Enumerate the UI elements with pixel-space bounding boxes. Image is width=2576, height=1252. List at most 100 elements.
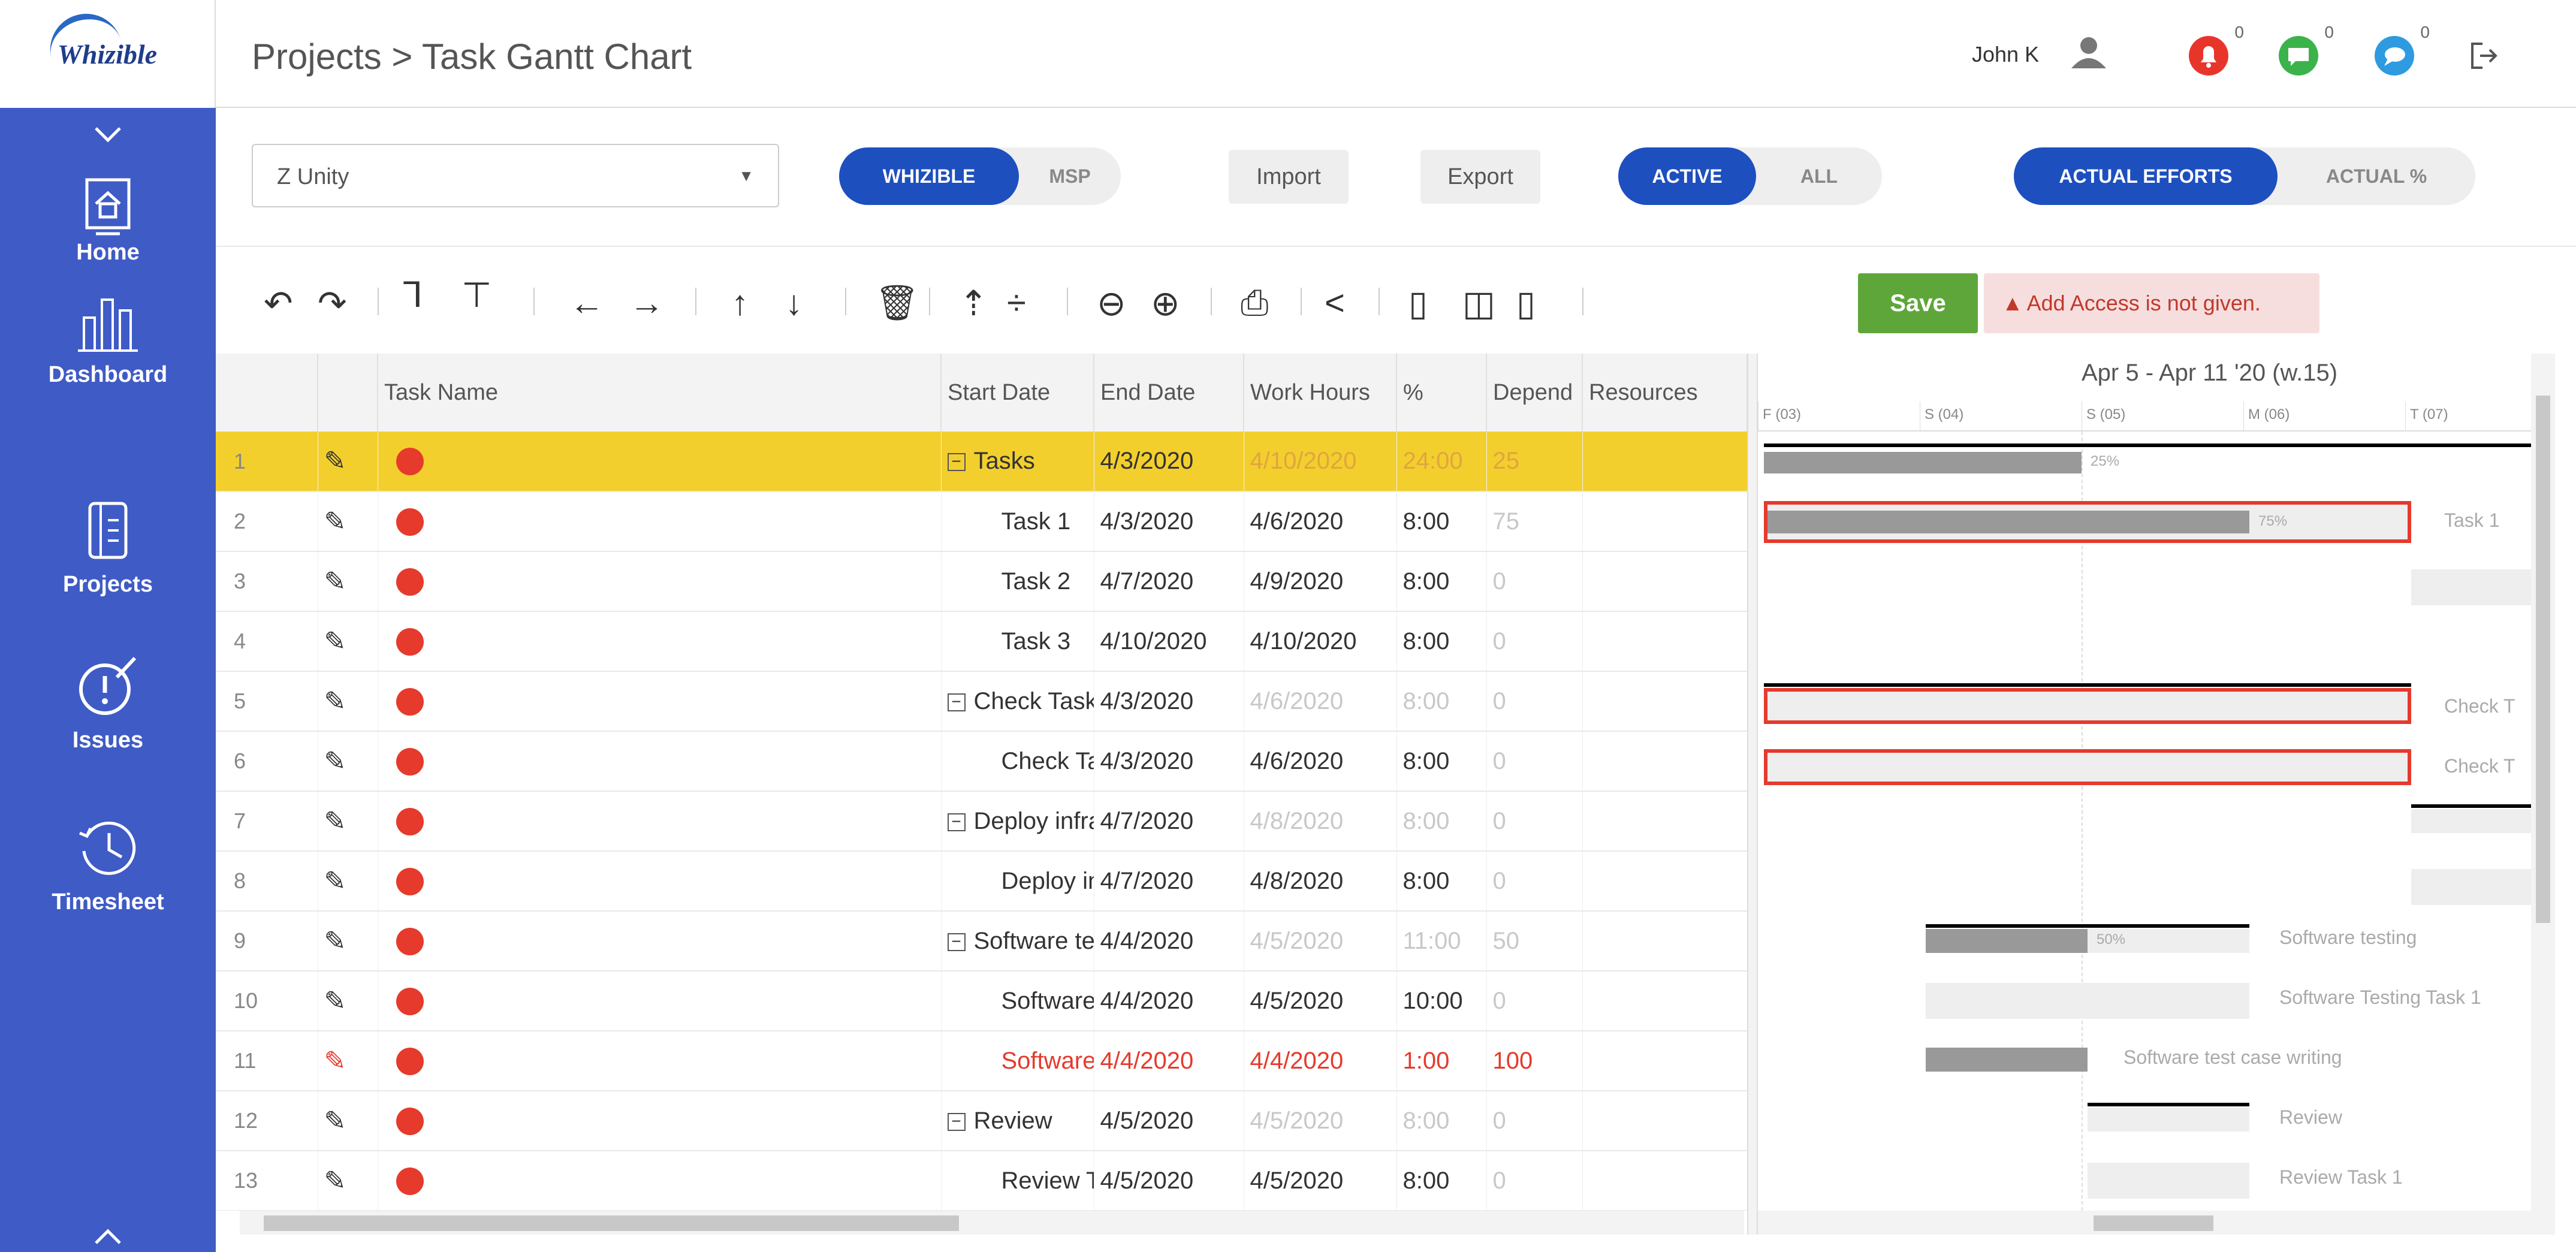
collapse-toggle-icon[interactable]: − — [947, 1112, 966, 1131]
start-date[interactable]: 4/7/2020 — [1094, 791, 1244, 852]
table-row[interactable]: 2✎Task 14/3/20204/6/20208:0075Syamantak — [216, 491, 1747, 552]
progress-bar[interactable] — [1764, 452, 2082, 473]
table-row[interactable]: 11✎Software test case writing4/4/20204/4… — [216, 1031, 1747, 1091]
project-select[interactable]: Z Unity ▼ — [252, 144, 779, 207]
depend[interactable] — [1582, 432, 1747, 492]
status-toggle[interactable]: ACTIVE ALL — [1618, 147, 1882, 205]
toggle-msp[interactable]: MSP — [1019, 147, 1121, 205]
column-header[interactable]: Work Hours — [1244, 354, 1397, 432]
task-bar[interactable] — [2411, 569, 2531, 605]
end-date[interactable]: 4/5/2020 — [1244, 971, 1397, 1031]
expand-chevron-up-icon[interactable] — [0, 1217, 216, 1252]
chat-icon[interactable]: 0 — [2373, 23, 2430, 80]
percent[interactable]: 0 — [1486, 971, 1583, 1031]
end-date[interactable]: 4/8/2020 — [1244, 791, 1397, 852]
task-name-cell[interactable]: −Deploy infrastructure for the applicati… — [941, 791, 1094, 852]
depend[interactable] — [1582, 1151, 1747, 1211]
work-hours[interactable]: 8:00 — [1396, 1151, 1487, 1211]
sidebar-item-projects[interactable]: Projects — [0, 497, 216, 598]
arrow-up-icon[interactable]: ↑ — [731, 283, 749, 323]
depend[interactable] — [1582, 971, 1747, 1031]
task-name-cell[interactable]: Software test case writing — [941, 1031, 1094, 1091]
table-row[interactable]: 3✎Task 24/7/20204/9/20208:000Syamantak — [216, 551, 1747, 612]
start-date[interactable]: 4/10/2020 — [1094, 611, 1244, 672]
edit-pencil-icon[interactable]: ✎ — [318, 971, 378, 1031]
task-name-cell[interactable]: − Review — [941, 1091, 1094, 1151]
percent[interactable]: 0 — [1486, 671, 1583, 732]
arrow-left-icon[interactable]: ← — [569, 283, 604, 323]
edit-pencil-icon[interactable]: ✎ — [318, 551, 378, 612]
percent[interactable]: 0 — [1486, 551, 1583, 612]
save-button[interactable]: Save — [1858, 273, 1978, 333]
user-avatar-icon[interactable] — [2068, 35, 2110, 74]
column-header[interactable]: Start Date — [941, 354, 1094, 432]
gantt-vertical-scrollbar[interactable] — [2531, 354, 2555, 1235]
edit-pencil-icon[interactable]: ✎ — [318, 731, 378, 792]
toggle-actual-percent[interactable]: ACTUAL % — [2278, 147, 2475, 205]
work-hours[interactable]: 8:00 — [1396, 611, 1487, 672]
zoom-out-icon[interactable]: ⊖ — [1097, 283, 1126, 324]
task-bar[interactable] — [1764, 749, 2411, 785]
edit-pencil-icon[interactable]: ✎ — [318, 432, 378, 492]
task-name-cell[interactable]: Software Testing Task 1 — [941, 971, 1094, 1031]
sidebar-item-issues[interactable]: Issues — [0, 653, 216, 753]
toggle-active[interactable]: ACTIVE — [1618, 147, 1756, 205]
percent[interactable]: 75 — [1486, 491, 1583, 552]
work-hours[interactable]: 24:00 — [1396, 432, 1487, 492]
message-icon[interactable]: 0 — [2278, 23, 2334, 80]
depend[interactable] — [1582, 491, 1747, 552]
undo-icon[interactable]: ↶ — [264, 283, 293, 324]
table-row[interactable]: 5✎ −Check Task from Normal Assignment4/3/… — [216, 671, 1747, 732]
sidebar-item-timesheet[interactable]: Timesheet — [0, 815, 216, 915]
start-date[interactable]: 4/3/2020 — [1094, 491, 1244, 552]
depend[interactable] — [1582, 791, 1747, 852]
edit-pencil-icon[interactable]: ✎ — [318, 491, 378, 552]
depend[interactable] — [1582, 1031, 1747, 1091]
split-view-icon[interactable]: ◫ — [1462, 283, 1495, 324]
effort-toggle[interactable]: ACTUAL EFFORTS ACTUAL % — [2014, 147, 2475, 205]
task-bar[interactable] — [1764, 688, 2411, 724]
expand-all-icon[interactable]: ⇡ — [959, 283, 988, 324]
table-row[interactable]: 12 ✎ − Review 4/5/2020 4/5/2020 8:00 0 — [216, 1091, 1747, 1151]
redo-icon[interactable]: ↷ — [318, 283, 347, 324]
work-hours[interactable]: 8:00 — [1396, 1091, 1487, 1151]
pane-splitter[interactable] — [1747, 354, 1758, 1235]
table-row[interactable]: 9✎ −Software testing4/4/20204/5/202011:00… — [216, 911, 1747, 972]
start-date[interactable]: 4/4/2020 — [1094, 911, 1244, 972]
collapse-toggle-icon[interactable]: − — [947, 453, 966, 472]
task-name-cell[interactable]: −Software testing — [941, 911, 1094, 972]
end-date[interactable]: 4/6/2020 — [1244, 671, 1397, 732]
depend[interactable] — [1582, 731, 1747, 792]
percent[interactable]: 0 — [1486, 1091, 1583, 1151]
toggle-whizible[interactable]: WHIZIBLE — [839, 147, 1019, 205]
start-date[interactable]: 4/4/2020 — [1094, 1031, 1244, 1091]
sidebar-item-home[interactable]: Home — [0, 174, 216, 266]
toggle-actual-efforts[interactable]: ACTUAL EFFORTS — [2014, 147, 2278, 205]
depend[interactable] — [1582, 671, 1747, 732]
table-row[interactable]: 8✎ Deploy infrastructure for the applicat… — [216, 851, 1747, 912]
summary-bar[interactable] — [2411, 804, 2531, 808]
work-hours[interactable]: 8:00 — [1396, 731, 1487, 792]
percent[interactable]: 0 — [1486, 851, 1583, 912]
task-name-cell[interactable]: −Check Task from Normal Assignment — [941, 671, 1094, 732]
end-date[interactable]: 4/10/2020 — [1244, 432, 1397, 492]
end-date[interactable]: 4/5/2020 — [1244, 1151, 1397, 1211]
column-header[interactable]: End Date — [1094, 354, 1244, 432]
source-toggle[interactable]: WHIZIBLE MSP — [839, 147, 1121, 205]
table-row[interactable]: 4✎Task 34/10/20204/10/20208:000Syamantak — [216, 611, 1747, 672]
outdent-icon[interactable]: ᒣ — [402, 274, 423, 315]
logo[interactable]: Whizible — [0, 0, 216, 108]
task-name-cell[interactable]: Check Task from Normal Assignment — [941, 731, 1094, 792]
task-name-cell[interactable]: Deploy infrastructure for the applicatio… — [941, 851, 1094, 912]
collapse-up-chevron-icon[interactable] — [0, 114, 216, 151]
collapse-all-icon[interactable]: ÷ — [1007, 283, 1026, 323]
user-name[interactable]: John K — [1972, 42, 2039, 67]
collapse-toggle-icon[interactable]: − — [947, 813, 966, 831]
toggle-all[interactable]: ALL — [1756, 147, 1882, 205]
summary-bar[interactable] — [1926, 924, 2249, 928]
table-row[interactable]: 7✎ −Deploy infrastructure for the applica… — [216, 791, 1747, 852]
depend[interactable] — [1582, 911, 1747, 972]
collapse-toggle-icon[interactable]: − — [947, 693, 966, 711]
task-bar[interactable] — [2411, 869, 2531, 905]
percent[interactable]: 0 — [1486, 731, 1583, 792]
